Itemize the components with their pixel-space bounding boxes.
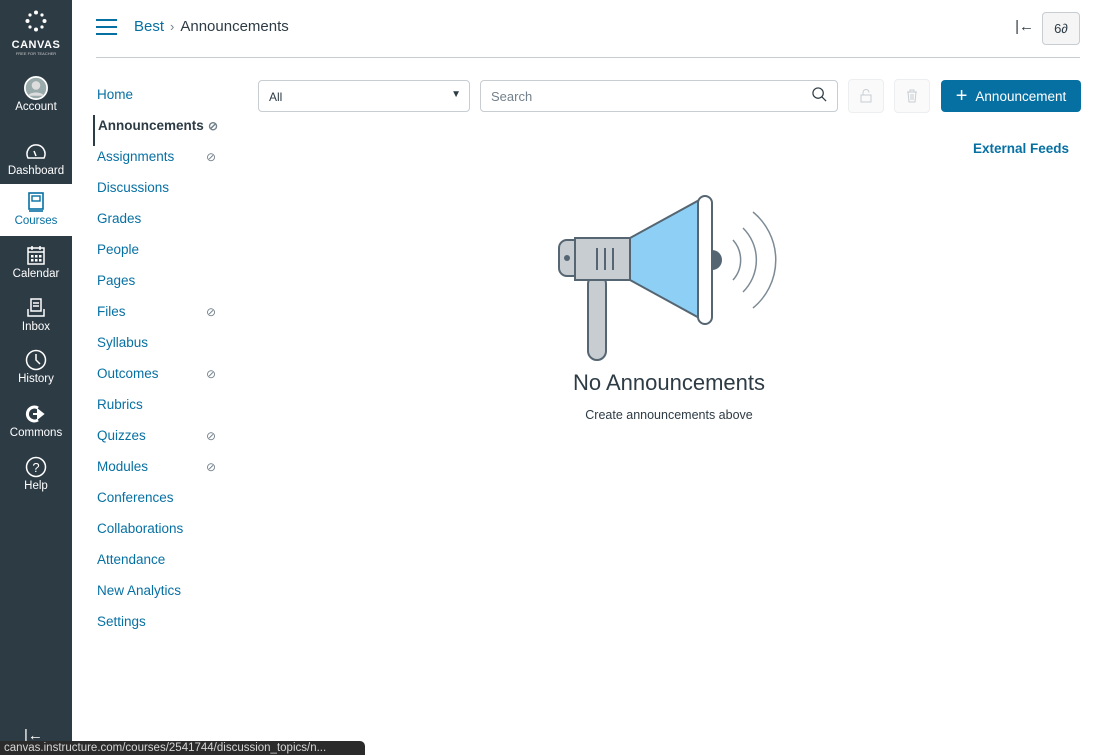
breadcrumb-course[interactable]: Best — [134, 18, 164, 35]
logo-subtext: FREE FOR TEACHER — [15, 51, 57, 56]
empty-state-subtitle: Create announcements above — [585, 408, 753, 422]
canvas-logo-icon — [25, 10, 47, 32]
course-nav-label: Conferences — [97, 490, 174, 505]
nav-label: Help — [24, 480, 48, 492]
course-nav-label: Outcomes — [97, 366, 159, 381]
course-nav-item-home[interactable]: Home — [93, 84, 233, 115]
course-nav-label: Discussions — [97, 180, 170, 195]
empty-state-title: No Announcements — [572, 370, 766, 395]
filter-value: All — [269, 90, 283, 104]
course-nav-item-grades[interactable]: Grades — [93, 208, 233, 239]
dashboard-icon — [26, 144, 46, 159]
search-icon — [812, 87, 827, 102]
breadcrumb: Best › Announcements — [134, 18, 289, 35]
immersive-reader-button[interactable]: 6∂ — [1042, 12, 1080, 45]
course-nav-item-announcements[interactable]: Announcements ⊘ — [93, 115, 233, 146]
search-placeholder: Search — [491, 89, 533, 104]
canvas-logo[interactable]: CANVAS FREE FOR TEACHER — [0, 10, 72, 56]
courses-icon — [28, 192, 44, 212]
course-nav-item-files[interactable]: Files ⊘ — [93, 301, 233, 332]
nav-label: Commons — [9, 427, 63, 439]
nav-account[interactable]: Account — [0, 76, 72, 113]
course-nav-label: Settings — [97, 614, 146, 629]
course-nav-label: Modules — [97, 459, 149, 474]
course-nav-label: Quizzes — [97, 428, 146, 443]
eye-slash-icon: ⊘ — [206, 460, 217, 474]
page-header: Best › Announcements |← 6∂ — [96, 0, 1080, 58]
trash-icon — [907, 89, 917, 103]
course-nav-item-settings[interactable]: Settings — [93, 611, 233, 642]
nav-inbox[interactable]: Inbox — [0, 296, 72, 333]
nav-label: Inbox — [21, 321, 51, 333]
eye-slash-icon: ⊘ — [206, 305, 217, 319]
unlock-icon — [860, 89, 872, 103]
breadcrumb-separator: › — [170, 19, 175, 34]
add-announcement-button[interactable]: + Announcement — [941, 80, 1081, 112]
nav-label: Calendar — [12, 268, 60, 280]
collapse-course-nav-icon[interactable]: |← — [1015, 18, 1034, 35]
course-nav-label: Syllabus — [97, 335, 149, 350]
course-nav-label: Grades — [97, 211, 142, 226]
course-nav-item-syllabus[interactable]: Syllabus — [93, 332, 233, 363]
course-nav-label: Files — [97, 304, 126, 319]
lock-button[interactable] — [848, 79, 884, 113]
megaphone-illustration — [558, 195, 777, 361]
course-nav-label: People — [97, 242, 140, 257]
filter-select[interactable]: All ▼ — [258, 80, 470, 112]
logo-text: CANVAS — [11, 39, 61, 51]
svg-text:?: ? — [32, 460, 39, 475]
course-nav-item-people[interactable]: People — [93, 239, 233, 270]
course-nav-item-modules[interactable]: Modules ⊘ — [93, 456, 233, 487]
delete-button[interactable] — [894, 79, 930, 113]
course-nav-item-pages[interactable]: Pages — [93, 270, 233, 301]
nav-help[interactable]: ? Help — [0, 455, 72, 492]
eye-slash-icon: ⊘ — [208, 119, 219, 133]
course-nav-label: New Analytics — [97, 583, 182, 598]
course-nav-item-quizzes[interactable]: Quizzes ⊘ — [93, 425, 233, 456]
inbox-icon — [27, 298, 45, 317]
history-icon — [25, 349, 47, 371]
nav-courses[interactable]: Courses — [0, 184, 72, 236]
course-nav-label: Collaborations — [97, 521, 184, 536]
course-nav-item-new-analytics[interactable]: New Analytics — [93, 580, 233, 611]
course-nav-label: Attendance — [97, 552, 166, 567]
plus-icon: + — [955, 84, 968, 107]
eye-slash-icon: ⊘ — [206, 150, 217, 164]
external-feeds-link[interactable]: External Feeds — [973, 141, 1069, 156]
course-nav-item-attendance[interactable]: Attendance — [93, 549, 233, 580]
course-nav-item-assignments[interactable]: Assignments ⊘ — [93, 146, 233, 177]
commons-icon — [25, 405, 45, 423]
nav-dashboard[interactable]: Dashboard — [0, 140, 72, 177]
breadcrumb-current: Announcements — [180, 18, 289, 35]
search-input[interactable]: Search — [480, 80, 838, 112]
nav-label: Account — [15, 101, 57, 113]
nav-label: Dashboard — [7, 165, 65, 177]
nav-commons[interactable]: Commons — [0, 402, 72, 439]
eye-slash-icon: ⊘ — [206, 367, 217, 381]
course-nav-item-collaborations[interactable]: Collaborations — [93, 518, 233, 549]
help-icon: ? — [25, 456, 47, 478]
course-nav-label: Home — [97, 87, 134, 102]
global-navigation: CANVAS FREE FOR TEACHER Account Dashboar… — [0, 0, 72, 755]
nav-calendar[interactable]: Calendar — [0, 243, 72, 280]
calendar-icon — [27, 246, 45, 265]
status-bar-url: canvas.instructure.com/courses/2541744/d… — [0, 741, 365, 755]
course-nav-label: Announcements — [98, 118, 204, 133]
course-nav-item-rubrics[interactable]: Rubrics — [93, 394, 233, 425]
avatar-icon — [24, 76, 48, 100]
course-nav-label: Pages — [97, 273, 136, 288]
course-nav-item-discussions[interactable]: Discussions — [93, 177, 233, 208]
course-nav-item-outcomes[interactable]: Outcomes ⊘ — [93, 363, 233, 394]
course-navigation: Home Announcements ⊘ Assignments ⊘ Discussion… — [93, 84, 233, 642]
nav-label: History — [18, 373, 54, 385]
hamburger-menu-icon[interactable] — [96, 19, 117, 40]
add-announcement-label: Announcement — [975, 88, 1067, 104]
nav-history[interactable]: History — [0, 348, 72, 385]
nav-label: Courses — [14, 215, 58, 227]
eye-slash-icon: ⊘ — [206, 429, 217, 443]
course-nav-label: Assignments — [97, 149, 175, 164]
course-nav-label: Rubrics — [97, 397, 143, 412]
chevron-down-icon: ▼ — [451, 89, 461, 100]
course-nav-item-conferences[interactable]: Conferences — [93, 487, 233, 518]
